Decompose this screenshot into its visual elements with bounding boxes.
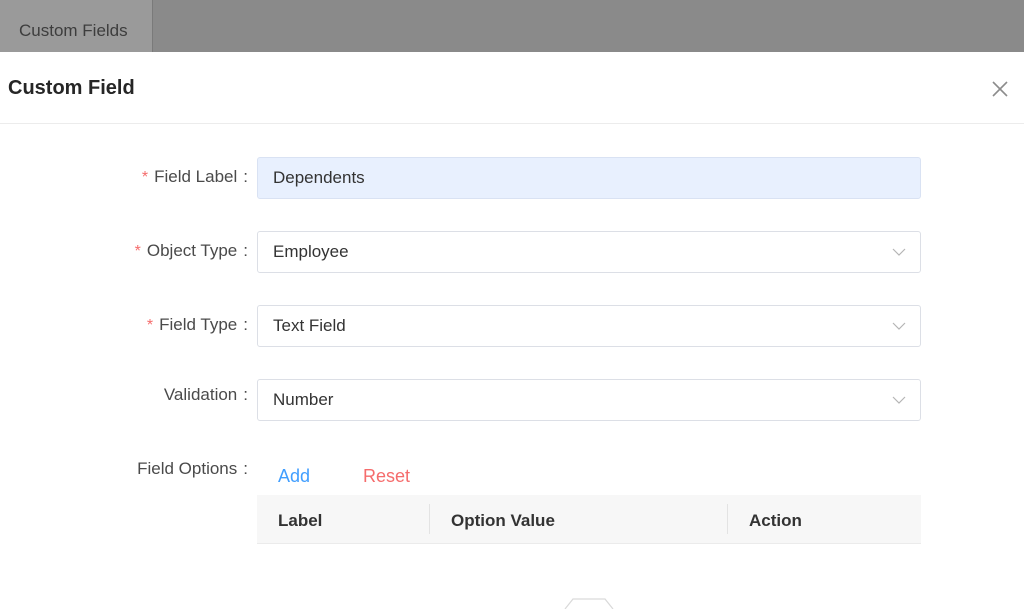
field-options-table-header: Label Option Value Action bbox=[257, 495, 921, 544]
column-header-action: Action bbox=[749, 511, 802, 530]
field-label-label: * Field Label: bbox=[141, 167, 248, 186]
tab-custom-fields[interactable]: Custom Fields bbox=[0, 0, 153, 52]
add-option-button[interactable]: Add bbox=[278, 466, 310, 487]
field-options-row: Field Options: bbox=[0, 453, 1024, 495]
field-label-input[interactable] bbox=[273, 159, 893, 197]
field-type-label: * Field Type: bbox=[146, 315, 248, 334]
close-icon[interactable] bbox=[989, 78, 1011, 100]
object-type-row: * Object Type: Employee bbox=[0, 231, 1024, 273]
dialog-header: Custom Field bbox=[0, 52, 1024, 124]
reset-options-button[interactable]: Reset bbox=[363, 466, 410, 487]
object-type-select[interactable]: Employee bbox=[257, 231, 921, 273]
column-divider bbox=[429, 504, 430, 534]
dialog-title: Custom Field bbox=[8, 77, 135, 99]
validation-label: Validation: bbox=[163, 385, 248, 404]
page-backdrop bbox=[0, 0, 1024, 52]
field-label-row: * Field Label: bbox=[0, 157, 1024, 199]
column-divider bbox=[727, 504, 728, 534]
validation-select[interactable]: Number bbox=[257, 379, 921, 421]
field-type-select[interactable]: Text Field bbox=[257, 305, 921, 347]
field-type-value: Text Field bbox=[273, 316, 346, 335]
required-asterisk: * bbox=[134, 243, 141, 260]
validation-value: Number bbox=[273, 390, 334, 409]
object-type-label: * Object Type: bbox=[134, 241, 248, 260]
chevron-down-icon bbox=[892, 322, 906, 330]
required-asterisk: * bbox=[146, 317, 154, 334]
field-type-row: * Field Type: Text Field bbox=[0, 305, 1024, 347]
field-label-input-wrap[interactable] bbox=[257, 157, 921, 199]
object-type-value: Employee bbox=[273, 242, 349, 261]
field-options-label: Field Options: bbox=[137, 459, 248, 478]
column-header-label: Label bbox=[278, 511, 323, 530]
chevron-down-icon bbox=[892, 248, 906, 256]
chevron-down-icon bbox=[892, 396, 906, 404]
column-header-option-value: Option Value bbox=[451, 511, 555, 530]
empty-state-icon bbox=[564, 598, 614, 609]
validation-row: Validation: Number bbox=[0, 379, 1024, 421]
required-asterisk: * bbox=[141, 169, 149, 186]
